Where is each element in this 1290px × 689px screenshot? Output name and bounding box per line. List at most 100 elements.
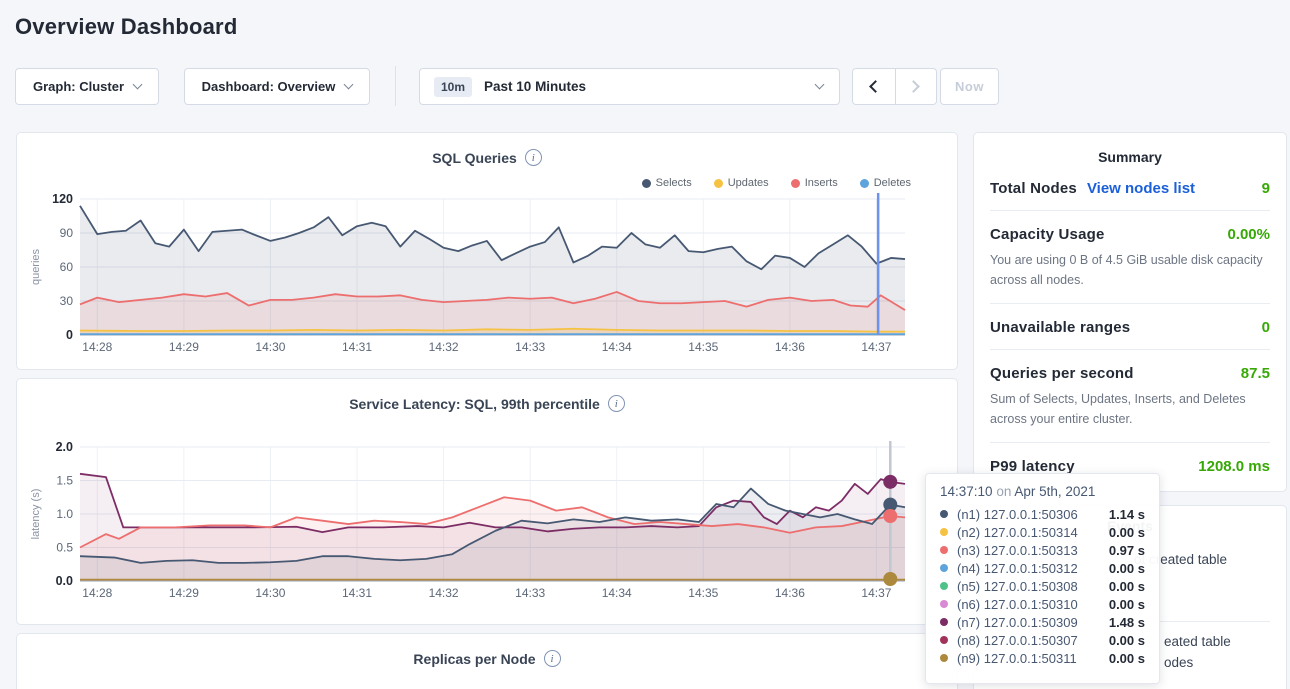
tooltip-node-value: 0.00 s <box>1109 633 1145 648</box>
capacity-usage-label: Capacity Usage <box>990 226 1105 243</box>
view-nodes-list-link[interactable]: View nodes list <box>1087 180 1195 197</box>
tooltip-timestamp: 14:37:10 on Apr 5th, 2021 <box>940 484 1145 499</box>
legend-label: Selects <box>656 177 692 189</box>
legend-item[interactable]: Selects <box>642 177 692 189</box>
sql-queries-chart[interactable]: 14:2814:2914:3014:3114:3214:3314:3414:35… <box>17 191 957 361</box>
capacity-usage-desc: You are using 0 B of 4.5 GiB usable disk… <box>990 250 1270 290</box>
node-color-dot-icon <box>940 546 948 554</box>
svg-text:14:32: 14:32 <box>429 340 459 354</box>
node-color-dot-icon <box>940 618 948 626</box>
unavailable-ranges-label: Unavailable ranges <box>990 319 1130 336</box>
legend-dot-icon <box>791 179 800 188</box>
tooltip-node-address: (n9) 127.0.0.1:50311 <box>957 651 1077 666</box>
event-item: odes <box>1164 655 1193 670</box>
info-icon[interactable]: i <box>525 149 542 166</box>
svg-text:14:29: 14:29 <box>169 586 199 600</box>
legend-dot-icon <box>714 179 723 188</box>
chevron-down-icon <box>815 80 825 90</box>
graph-selector-dropdown[interactable]: Graph: Cluster <box>15 68 159 105</box>
now-button[interactable]: Now <box>940 68 999 105</box>
node-color-dot-icon <box>940 510 948 518</box>
tooltip-node-address: (n7) 127.0.0.1:50309 <box>957 615 1078 630</box>
capacity-usage-value: 0.00% <box>1227 226 1270 243</box>
chevron-down-icon <box>133 80 143 90</box>
tooltip-node-address: (n4) 127.0.0.1:50312 <box>957 561 1078 576</box>
chevron-right-icon <box>907 80 920 93</box>
chevron-left-icon <box>869 80 882 93</box>
svg-text:14:32: 14:32 <box>429 586 459 600</box>
node-color-dot-icon <box>940 582 948 590</box>
tooltip-node-address: (n5) 127.0.0.1:50308 <box>957 579 1078 594</box>
legend-item[interactable]: Inserts <box>791 177 838 189</box>
time-range-label: Past 10 Minutes <box>484 79 586 94</box>
service-latency-chart[interactable]: 14:2814:2914:3014:3114:3214:3314:3414:35… <box>17 431 957 603</box>
svg-text:14:28: 14:28 <box>82 586 112 600</box>
tooltip-node-row: (n6) 127.0.0.1:50310 0.00 s <box>940 595 1145 613</box>
dashboard-selector-dropdown[interactable]: Dashboard: Overview <box>184 68 370 105</box>
info-icon[interactable]: i <box>544 650 561 667</box>
summary-row-capacity: Capacity Usage 0.00% You are using 0 B o… <box>990 211 1270 304</box>
svg-text:14:30: 14:30 <box>255 340 285 354</box>
svg-text:14:34: 14:34 <box>602 340 632 354</box>
legend-label: Inserts <box>805 177 838 189</box>
chart-hover-tooltip: 14:37:10 on Apr 5th, 2021 (n1) 127.0.0.1… <box>925 473 1160 684</box>
legend-label: Updates <box>728 177 769 189</box>
time-forward-button[interactable] <box>895 69 937 104</box>
p99-latency-value: 1208.0 ms <box>1198 458 1270 475</box>
replicas-per-node-card: Replicas per Node i <box>16 633 958 689</box>
tooltip-node-value: 0.00 s <box>1109 579 1145 594</box>
svg-text:14:34: 14:34 <box>602 586 632 600</box>
tooltip-node-row: (n7) 127.0.0.1:50309 1.48 s <box>940 613 1145 631</box>
total-nodes-value: 9 <box>1262 180 1270 197</box>
svg-text:14:35: 14:35 <box>688 586 718 600</box>
now-button-label: Now <box>955 79 984 94</box>
page-title: Overview Dashboard <box>15 14 237 40</box>
svg-text:14:33: 14:33 <box>515 340 545 354</box>
tooltip-node-address: (n1) 127.0.0.1:50306 <box>957 507 1078 522</box>
tooltip-node-row: (n9) 127.0.0.1:503110.00 s <box>940 649 1145 667</box>
sql-queries-title: SQL Queries <box>432 150 517 166</box>
tooltip-node-address: (n8) 127.0.0.1:50307 <box>957 633 1078 648</box>
event-item: eated table <box>1164 634 1231 649</box>
time-back-button[interactable] <box>853 69 895 104</box>
tooltip-node-address: (n2) 127.0.0.1:50314 <box>957 525 1078 540</box>
svg-text:14:33: 14:33 <box>515 586 545 600</box>
svg-text:14:28: 14:28 <box>82 340 112 354</box>
svg-text:14:35: 14:35 <box>688 340 718 354</box>
time-range-selector[interactable]: 10m Past 10 Minutes <box>419 68 840 105</box>
tooltip-node-value: 0.00 s <box>1109 561 1145 576</box>
tooltip-node-row: (n2) 127.0.0.1:50314 0.00 s <box>940 523 1145 541</box>
qps-value: 87.5 <box>1241 365 1270 382</box>
svg-text:queries: queries <box>30 248 42 285</box>
svg-text:0.5: 0.5 <box>56 541 73 555</box>
legend-dot-icon <box>642 179 651 188</box>
tooltip-node-value: 1.48 s <box>1109 615 1145 630</box>
summary-title: Summary <box>990 149 1270 165</box>
info-icon[interactable]: i <box>608 395 625 412</box>
tooltip-node-address: (n3) 127.0.0.1:50313 <box>957 543 1078 558</box>
svg-text:14:30: 14:30 <box>255 586 285 600</box>
svg-text:14:37: 14:37 <box>861 340 891 354</box>
qps-label: Queries per second <box>990 365 1134 382</box>
svg-text:14:37: 14:37 <box>861 586 891 600</box>
summary-row-unavailable: Unavailable ranges 0 <box>990 304 1270 350</box>
tooltip-node-value: 0.00 s <box>1109 597 1145 612</box>
legend-label: Deletes <box>874 177 911 189</box>
svg-text:14:29: 14:29 <box>169 340 199 354</box>
svg-text:30: 30 <box>60 294 74 308</box>
svg-text:14:36: 14:36 <box>775 340 805 354</box>
node-color-dot-icon <box>940 564 948 572</box>
service-latency-title: Service Latency: SQL, 99th percentile <box>349 396 600 412</box>
summary-row-qps: Queries per second 87.5 Sum of Selects, … <box>990 350 1270 443</box>
legend-item[interactable]: Deletes <box>860 177 911 189</box>
tooltip-node-row: (n8) 127.0.0.1:50307 0.00 s <box>940 631 1145 649</box>
tooltip-node-address: (n6) 127.0.0.1:50310 <box>957 597 1078 612</box>
qps-desc: Sum of Selects, Updates, Inserts, and De… <box>990 389 1270 429</box>
legend-dot-icon <box>860 179 869 188</box>
tooltip-node-value: 0.00 s <box>1109 525 1145 540</box>
tooltip-node-row: (n1) 127.0.0.1:503061.14 s <box>940 505 1145 523</box>
legend-item[interactable]: Updates <box>714 177 769 189</box>
svg-text:14:36: 14:36 <box>775 586 805 600</box>
svg-text:2.0: 2.0 <box>56 440 73 454</box>
svg-text:120: 120 <box>52 192 73 206</box>
